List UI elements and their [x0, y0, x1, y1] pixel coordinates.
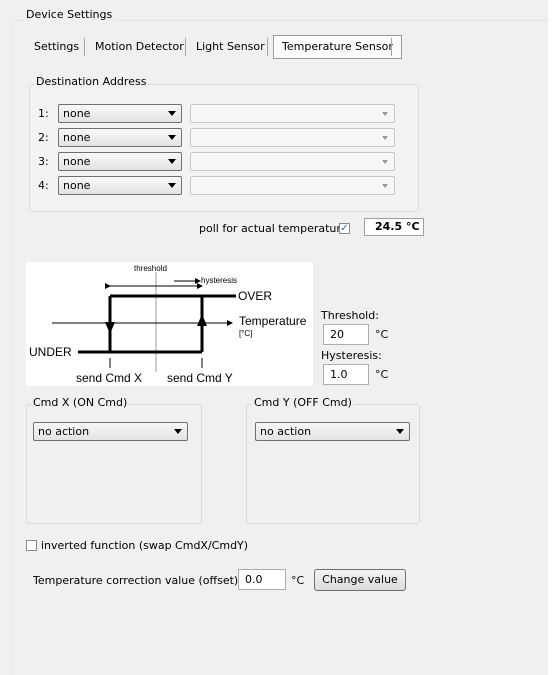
destination-row-number: 4: [38, 179, 49, 192]
threshold-text: threshold [134, 264, 167, 273]
chevron-down-icon [382, 112, 388, 116]
destination-4-select[interactable]: none [58, 176, 182, 195]
threshold-label: Threshold: [321, 309, 379, 322]
device-settings-title: Device Settings [24, 8, 115, 21]
temperature-readout: 24.5 °C [364, 218, 424, 236]
cmd-x-title: Cmd X (ON Cmd) [31, 396, 130, 409]
chevron-down-icon [382, 184, 388, 188]
change-value-button[interactable]: Change value [314, 569, 406, 591]
chevron-down-icon [168, 183, 176, 188]
tab-light-sensor[interactable]: Light Sensor [187, 36, 274, 58]
cmd-y-select[interactable]: no action [255, 422, 410, 441]
destination-2-detail-select[interactable] [190, 128, 395, 147]
under-text: UNDER [29, 345, 72, 359]
hysteresis-unit: °C [375, 368, 389, 381]
inverted-label: inverted function (swap CmdX/CmdY) [41, 539, 249, 552]
chevron-down-icon [396, 429, 404, 434]
destination-2-value: none [63, 131, 91, 144]
hysteresis-diagram: threshold hysteresis OVER UNDER Temperat… [26, 262, 313, 386]
hysteresis-input[interactable]: 1.0 [323, 364, 369, 385]
threshold-unit: °C [375, 328, 389, 341]
tab-temperature-sensor[interactable]: Temperature Sensor [273, 35, 402, 59]
destination-row-number: 1: [38, 107, 49, 120]
up-arrowhead [197, 314, 207, 326]
check-icon: ✓ [340, 223, 349, 234]
chevron-down-icon [174, 429, 182, 434]
over-text: OVER [238, 289, 272, 303]
destination-4-value: none [63, 179, 91, 192]
send-cmd-x-text: send Cmd X [76, 371, 142, 385]
hysteresis-label: Hysteresis: [321, 349, 382, 362]
tab-separator [84, 38, 85, 56]
tab-separator [185, 38, 186, 56]
chevron-down-icon [382, 160, 388, 164]
chevron-down-icon [168, 159, 176, 164]
hysteresis-text: hysteresis [201, 276, 237, 285]
poll-label: poll for actual temperature: [199, 222, 352, 235]
correction-input[interactable]: 0.0 [238, 569, 286, 590]
destination-2-select[interactable]: none [58, 128, 182, 147]
cmd-x-value: no action [38, 425, 90, 438]
destination-3-detail-select[interactable] [190, 152, 395, 171]
unit-text: [°C] [239, 329, 252, 338]
poll-checkbox[interactable]: ✓ [339, 223, 350, 234]
tab-separator [391, 38, 392, 56]
destination-3-select[interactable]: none [58, 152, 182, 171]
cmd-y-title: Cmd Y (OFF Cmd) [252, 396, 354, 409]
tab-separator [267, 38, 268, 56]
chevron-down-icon [382, 136, 388, 140]
chevron-down-icon [168, 111, 176, 116]
destination-row-number: 3: [38, 155, 49, 168]
destination-4-detail-select[interactable] [190, 176, 395, 195]
inverted-checkbox[interactable] [26, 540, 37, 551]
destination-address-title: Destination Address [34, 75, 149, 88]
correction-unit: °C [291, 574, 305, 587]
tab-settings[interactable]: Settings [25, 36, 88, 58]
destination-1-select[interactable]: none [58, 104, 182, 123]
tab-motion-detector[interactable]: Motion Detector [86, 36, 193, 58]
threshold-input[interactable]: 20 [323, 324, 369, 345]
destination-3-value: none [63, 155, 91, 168]
correction-label: Temperature correction value (offset): [33, 574, 242, 587]
destination-1-detail-select[interactable] [190, 104, 395, 123]
send-cmd-y-text: send Cmd Y [167, 371, 233, 385]
temperature-text: Temperature [239, 314, 307, 328]
destination-row-number: 2: [38, 131, 49, 144]
destination-1-value: none [63, 107, 91, 120]
cmd-y-value: no action [260, 425, 312, 438]
panel-edge [548, 0, 557, 675]
cmd-x-select[interactable]: no action [33, 422, 188, 441]
down-arrowhead [105, 322, 115, 334]
chevron-down-icon [168, 135, 176, 140]
